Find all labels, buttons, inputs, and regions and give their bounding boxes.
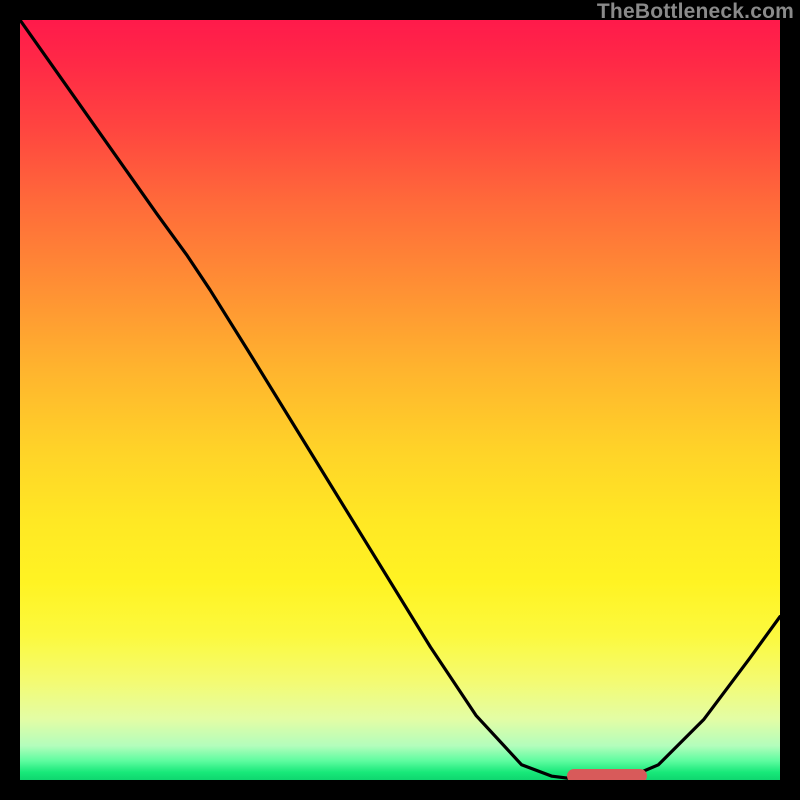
curve-svg (20, 20, 780, 780)
plot-area (20, 20, 780, 780)
optimal-range-marker (567, 769, 647, 780)
bottleneck-curve-path (20, 20, 780, 780)
chart-frame: TheBottleneck.com (0, 0, 800, 800)
